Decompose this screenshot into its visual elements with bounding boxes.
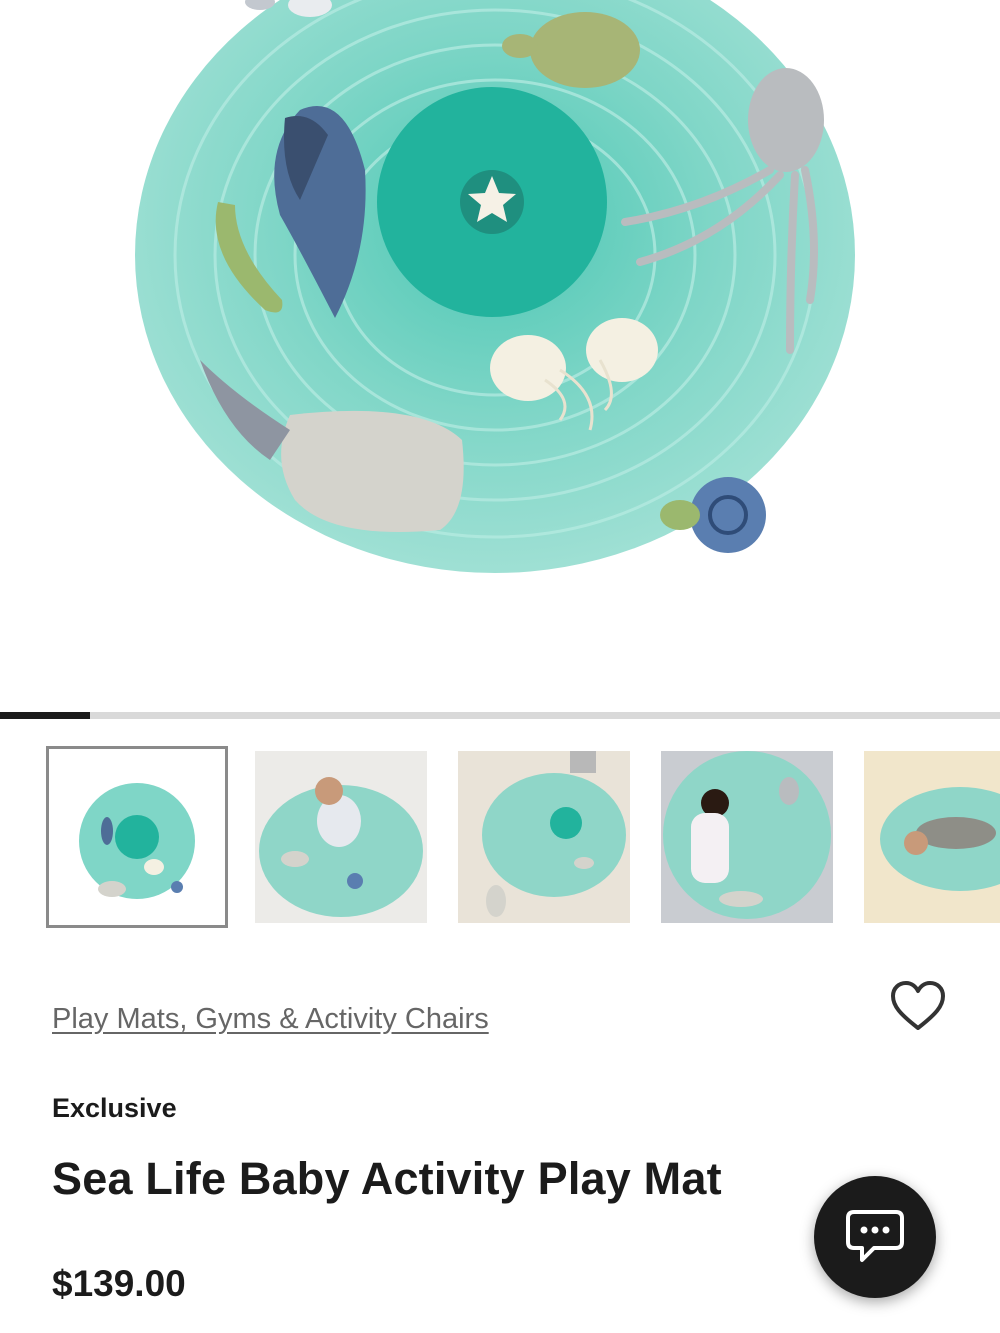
play-mat-illustration bbox=[135, 0, 855, 573]
thumbnail-image bbox=[864, 751, 1000, 923]
chat-bubble-icon bbox=[846, 1210, 904, 1262]
carousel-progress-fill bbox=[0, 712, 90, 719]
thumbnail-2[interactable] bbox=[255, 751, 427, 923]
heart-outline-icon[interactable] bbox=[888, 978, 948, 1034]
thumbnail-strip[interactable] bbox=[0, 746, 1000, 928]
thumbnail-image bbox=[661, 751, 833, 923]
product-title: Sea Life Baby Activity Play Mat bbox=[52, 1153, 722, 1204]
thumbnail-3[interactable] bbox=[458, 751, 630, 923]
thumbnail-image bbox=[255, 751, 427, 923]
chat-button[interactable] bbox=[814, 1176, 936, 1298]
octopus-shape bbox=[748, 68, 824, 172]
category-breadcrumb-link[interactable]: Play Mats, Gyms & Activity Chairs bbox=[52, 1003, 489, 1036]
exclusive-badge: Exclusive bbox=[52, 1093, 177, 1123]
jellyfish-shape bbox=[490, 335, 566, 401]
turtle-shape bbox=[530, 12, 640, 88]
thumbnail-image bbox=[458, 751, 630, 923]
product-hero-image[interactable] bbox=[0, 0, 1000, 700]
thumbnail-4[interactable] bbox=[661, 751, 833, 923]
thumbnail-1[interactable] bbox=[46, 746, 228, 928]
snail-shape bbox=[690, 477, 766, 553]
carousel-progress-bar bbox=[0, 712, 1000, 719]
thumbnail-image bbox=[49, 749, 225, 925]
thumbnail-5[interactable] bbox=[864, 751, 1000, 923]
product-price: $139.00 bbox=[52, 1263, 186, 1304]
